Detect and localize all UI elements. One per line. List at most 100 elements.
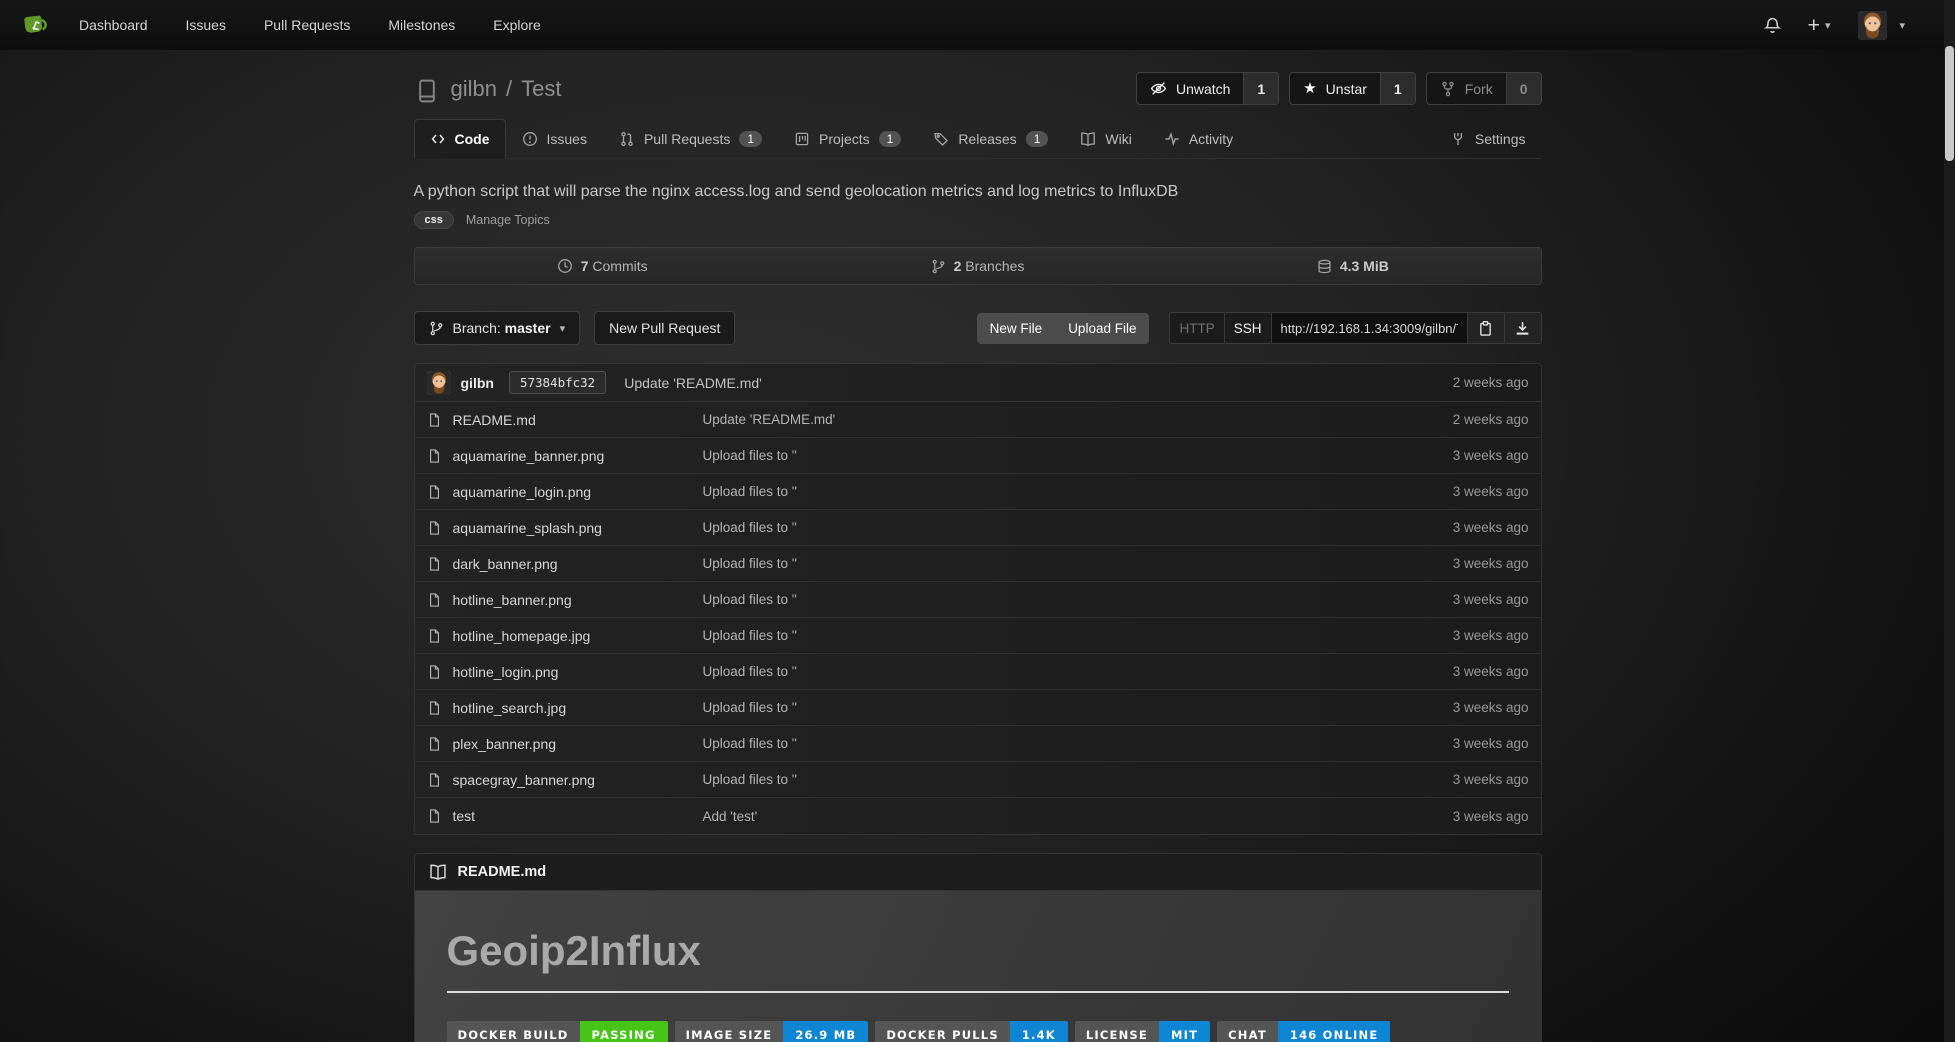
file-age: 3 weeks ago [1453,484,1529,499]
gitea-logo-icon[interactable] [20,9,53,42]
file-commit-message[interactable]: Upload files to '' [703,772,797,787]
file-commit-message[interactable]: Upload files to '' [703,520,797,535]
fork-count[interactable]: 0 [1506,73,1541,104]
badge-chat[interactable]: CHAT146 ONLINE [1217,1021,1390,1042]
file-name[interactable]: plex_banner.png [453,736,557,752]
stat-branches[interactable]: 2 Branches [790,248,1165,284]
file-age: 3 weeks ago [1453,736,1529,751]
tab-pull-requests[interactable]: Pull Requests1 [603,119,778,159]
file-row-hotline-banner-png[interactable]: hotline_banner.pngUpload files to ''3 we… [415,582,1541,618]
upload-file-button[interactable]: Upload File [1055,313,1149,344]
ssh-protocol-button[interactable]: SSH [1224,312,1272,344]
file-row-hotline-search-jpg[interactable]: hotline_search.jpgUpload files to ''3 we… [415,690,1541,726]
topic-tag-css[interactable]: css [414,211,454,229]
file-row-aquamarine-banner-png[interactable]: aquamarine_banner.pngUpload files to ''3… [415,438,1541,474]
file-row-plex-banner-png[interactable]: plex_banner.png Upload files to '' 3 weeks… [415,726,1541,762]
file-icon [427,412,442,428]
file-name[interactable]: hotline_search.jpg [453,700,567,716]
commit-author-avatar[interactable] [427,371,451,395]
file-commit-message[interactable]: Upload files to '' [703,700,797,715]
star-count[interactable]: 1 [1380,73,1415,104]
file-commit-message[interactable]: Upload files to '' [703,664,797,679]
file-name[interactable]: aquamarine_login.png [453,484,592,500]
file-row-aquamarine-login-png[interactable]: aquamarine_login.png Upload files to '' 3 … [415,474,1541,510]
file-row-spacegray-banner-png[interactable]: spacegray_banner.pngUpload files to ''3 … [415,762,1541,798]
file-name[interactable]: hotline_banner.png [453,592,572,608]
file-name[interactable]: hotline_login.png [453,664,559,680]
file-commit-message[interactable]: Update 'README.md' [703,412,836,427]
clone-url-segment: HTTP SSH [1169,312,1541,344]
file-icon [427,448,442,464]
repo-owner-link[interactable]: gilbn [451,76,497,102]
nav-dashboard[interactable]: Dashboard [79,17,148,33]
chevron-down-icon[interactable]: ▾ [1899,19,1905,32]
nav-pull-requests[interactable]: Pull Requests [264,17,350,33]
notifications-bell-icon[interactable] [1763,16,1782,35]
file-row-readme-md[interactable]: README.mdUpdate 'README.md'2 weeks ago [415,402,1541,438]
repo-name-link[interactable]: Test [521,76,561,102]
unstar-label: Unstar [1326,81,1367,97]
tab-label: Wiki [1105,131,1131,147]
fork-button[interactable]: Fork 0 [1426,72,1542,105]
plus-icon: + [1808,15,1820,36]
file-row-hotline-login-png[interactable]: hotline_login.pngUpload files to ''3 wee… [415,654,1541,690]
file-row-aquamarine-splash-png[interactable]: aquamarine_splash.pngUpload files to ''3… [415,510,1541,546]
badge-license[interactable]: LICENSEMIT [1075,1021,1210,1042]
code-icon [430,131,446,147]
copy-clipboard-button[interactable] [1468,312,1505,344]
stat-size[interactable]: 4.3 MiB [1165,248,1540,284]
tab-issues[interactable]: Issues [506,119,603,159]
manage-topics-link[interactable]: Manage Topics [466,213,550,227]
create-new-dropdown[interactable]: + ▾ [1808,15,1831,36]
unwatch-button[interactable]: Unwatch 1 [1136,72,1279,105]
commit-author-name[interactable]: gilbn [461,375,494,391]
commit-message[interactable]: Update 'README.md' [624,375,762,391]
file-commit-message[interactable]: Upload files to '' [703,448,797,463]
download-archive-button[interactable] [1505,312,1542,344]
file-commit-message[interactable]: Upload files to '' [703,556,797,571]
tab-settings[interactable]: Settings [1434,119,1542,159]
file-commit-message[interactable]: Add 'test' [703,809,758,824]
new-file-button[interactable]: New File [977,313,1056,344]
http-protocol-button[interactable]: HTTP [1169,312,1223,344]
file-name[interactable]: test [453,808,476,824]
nav-milestones[interactable]: Milestones [388,17,455,33]
tab-wiki[interactable]: Wiki [1064,119,1147,159]
clone-url-input[interactable] [1272,312,1468,344]
tab-label: Issues [547,131,587,147]
page-scrollbar[interactable] [1944,0,1955,1042]
tab-releases[interactable]: Releases1 [917,119,1064,159]
file-name[interactable]: hotline_homepage.jpg [453,628,591,644]
file-commit-message[interactable]: Upload files to '' [703,736,797,751]
scrollbar-thumb[interactable] [1945,46,1954,161]
file-icon [427,700,442,716]
file-row-test[interactable]: testAdd 'test'3 weeks ago [415,798,1541,834]
badge-docker-build[interactable]: DOCKER BUILDPASSING [447,1021,668,1042]
badge-value: PASSING [580,1021,668,1042]
unstar-button[interactable]: ★ Unstar 1 [1289,72,1415,105]
new-pull-request-button[interactable]: New Pull Request [594,311,735,345]
commit-sha-badge[interactable]: 57384bfc32 [509,371,606,394]
badge-image-size[interactable]: IMAGE SIZE26.9 MB [675,1021,869,1042]
file-row-hotline-homepage-jpg[interactable]: hotline_homepage.jpgUpload files to ''3 … [415,618,1541,654]
file-row-dark-banner-png[interactable]: dark_banner.pngUpload files to ''3 weeks… [415,546,1541,582]
file-commit-message[interactable]: Upload files to '' [703,592,797,607]
tab-projects[interactable]: Projects1 [778,119,917,159]
file-commit-message[interactable]: Upload files to '' [703,628,797,643]
badge-docker-pulls[interactable]: DOCKER PULLS1.4K [875,1021,1068,1042]
file-name[interactable]: dark_banner.png [453,556,558,572]
file-commit-message[interactable]: Upload files to '' [703,484,797,499]
file-name[interactable]: aquamarine_banner.png [453,448,605,464]
tab-code[interactable]: Code [414,119,506,159]
tab-activity[interactable]: Activity [1148,119,1249,159]
file-name[interactable]: README.md [453,412,536,428]
file-name[interactable]: aquamarine_splash.png [453,520,602,536]
user-avatar[interactable] [1858,11,1887,40]
watch-count[interactable]: 1 [1243,73,1278,104]
badge-value: MIT [1159,1021,1210,1042]
stat-commits[interactable]: 7 Commits [415,248,790,284]
nav-issues[interactable]: Issues [186,17,226,33]
branch-selector[interactable]: Branch: master ▾ [414,311,581,345]
file-name[interactable]: spacegray_banner.png [453,772,595,788]
nav-explore[interactable]: Explore [493,17,540,33]
